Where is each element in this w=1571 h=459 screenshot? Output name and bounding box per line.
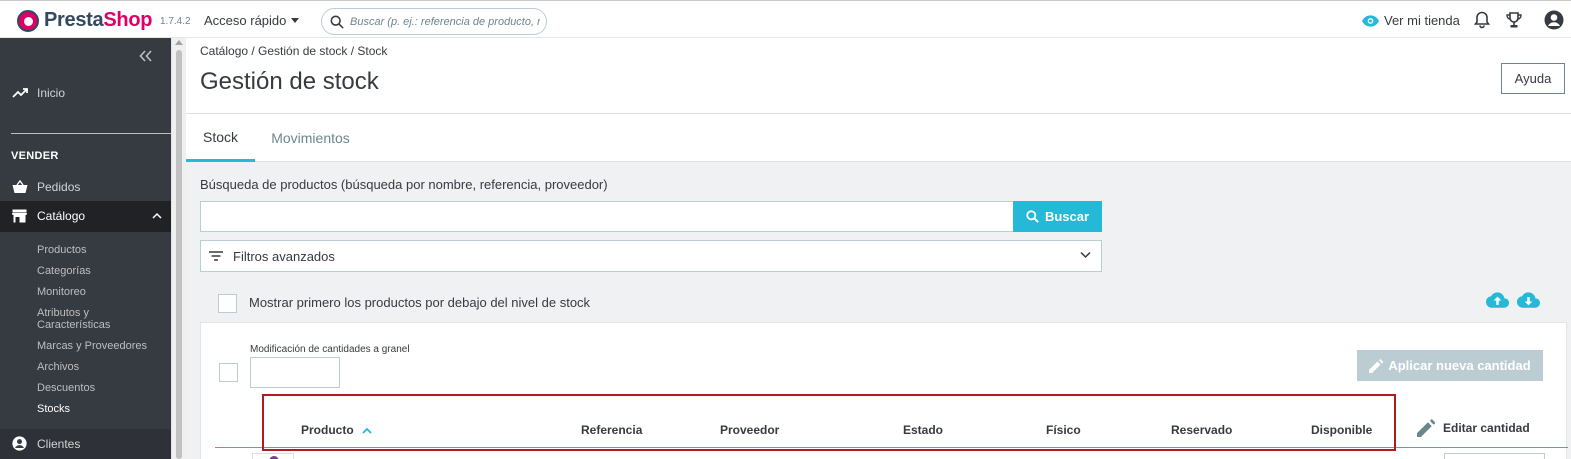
- pencil-icon: [1417, 419, 1435, 437]
- advanced-filters-label: Filtros avanzados: [233, 248, 335, 264]
- column-header-physical[interactable]: Físico: [1046, 423, 1081, 437]
- advanced-filters-dropdown[interactable]: Filtros avanzados: [200, 240, 1102, 272]
- column-header-status[interactable]: Estado: [903, 423, 943, 437]
- version-label: 1.7.4.2: [160, 16, 191, 27]
- basket-icon: [12, 180, 27, 193]
- sidebar-subitem-categories[interactable]: Categorías: [37, 265, 91, 277]
- scrollbar-thumb[interactable]: [176, 50, 182, 459]
- bell-icon[interactable]: [1474, 11, 1490, 29]
- header-search[interactable]: [321, 8, 547, 35]
- view-store-label: Ver mi tienda: [1384, 13, 1460, 28]
- search-button-label: Buscar: [1044, 209, 1090, 224]
- prestashop-logo-icon: [17, 9, 39, 32]
- caret-down-icon: [291, 18, 300, 23]
- cloud-download-icon[interactable]: [1517, 292, 1540, 309]
- scroll-up-arrow-icon[interactable]: [175, 40, 183, 45]
- stock-table-card: Modificación de cantidades a granel Apli…: [200, 322, 1568, 459]
- quick-access-label: Acceso rápido: [204, 13, 287, 28]
- store-icon: [12, 209, 27, 223]
- sidebar-item-label: Clientes: [37, 436, 81, 451]
- sidebar-subitem-discounts[interactable]: Descuentos: [37, 382, 95, 394]
- sidebar-subitem-stocks[interactable]: Stocks: [37, 403, 70, 415]
- sidebar-item-catalog[interactable]: Catálogo: [11, 209, 85, 223]
- quick-access-dropdown[interactable]: Acceso rápido: [204, 13, 300, 28]
- bulk-quantity-input[interactable]: [250, 357, 340, 388]
- page-header: Catálogo / Gestión de stock / Stock Gest…: [186, 38, 1571, 114]
- search-icon: [330, 15, 344, 29]
- apply-new-quantity-button[interactable]: Aplicar nueva cantidad: [1357, 350, 1543, 381]
- trophy-icon[interactable]: [1505, 11, 1523, 29]
- breadcrumb[interactable]: Catálogo / Gestión de stock / Stock: [200, 44, 387, 58]
- user-circle-icon: [12, 436, 27, 451]
- sidebar-subitem-files[interactable]: Archivos: [37, 361, 79, 373]
- header-search-input[interactable]: [350, 15, 540, 28]
- help-button[interactable]: Ayuda: [1501, 63, 1565, 94]
- column-header-product[interactable]: Producto: [301, 423, 372, 437]
- column-header-available[interactable]: Disponible: [1311, 423, 1372, 437]
- tab-movements[interactable]: Movimientos: [255, 114, 366, 162]
- column-header-reserved[interactable]: Reservado: [1171, 423, 1232, 437]
- view-store-link[interactable]: Ver mi tienda: [1362, 13, 1460, 28]
- prestashop-logo[interactable]: PrestaShop: [17, 9, 152, 32]
- search-icon: [1026, 210, 1039, 223]
- filter-list-icon: [209, 251, 223, 261]
- column-header-edit-quantity: Editar cantidad: [1417, 419, 1530, 437]
- product-search-input[interactable]: [200, 201, 1014, 232]
- sidebar-item-orders[interactable]: Pedidos: [11, 180, 80, 194]
- logo-suffix: Shop: [103, 9, 153, 31]
- table-header-divider: [215, 447, 1568, 448]
- trending-up-icon: [11, 88, 28, 98]
- cloud-upload-icon[interactable]: [1486, 292, 1509, 309]
- apply-new-quantity-label: Aplicar nueva cantidad: [1388, 358, 1531, 373]
- bulk-quantity-label: Modificación de cantidades a granel: [250, 344, 410, 355]
- sidebar-collapse-button[interactable]: [139, 49, 153, 66]
- sidebar-subitem-products[interactable]: Productos: [37, 244, 87, 256]
- pencil-icon: [1369, 358, 1384, 373]
- column-header-label: Producto: [301, 423, 354, 437]
- sidebar-item-clients[interactable]: Clientes: [11, 436, 80, 451]
- sidebar-subitem-brands[interactable]: Marcas y Proveedores: [37, 340, 147, 352]
- sidebar-subitem-attributes[interactable]: Atributos y Características: [37, 307, 147, 331]
- user-icon[interactable]: [1544, 10, 1564, 30]
- logo-text: PrestaShop: [44, 9, 152, 32]
- sidebar-item-label: Inicio: [37, 86, 66, 100]
- sidebar-section-sell: VENDER: [11, 150, 59, 162]
- column-header-label: Editar cantidad: [1443, 421, 1530, 435]
- tab-bar: Stock Movimientos: [186, 114, 1571, 162]
- column-header-supplier[interactable]: Proveedor: [720, 423, 779, 437]
- product-search-label: Búsqueda de productos (búsqueda por nomb…: [200, 177, 608, 192]
- sidebar-item-home[interactable]: Inicio: [11, 86, 65, 100]
- tab-stock[interactable]: Stock: [186, 114, 255, 162]
- search-button[interactable]: Buscar: [1013, 201, 1102, 232]
- sidebar: Inicio VENDER Pedidos Catálogo Productos…: [0, 38, 171, 459]
- logo-prefix: Presta: [44, 9, 104, 31]
- low-stock-first-checkbox[interactable]: [218, 294, 237, 313]
- sidebar-item-label: Catálogo: [37, 209, 86, 223]
- sidebar-divider: [11, 133, 171, 134]
- column-header-reference[interactable]: Referencia: [581, 423, 642, 437]
- edit-quantity-input[interactable]: [1444, 453, 1545, 459]
- chevron-down-icon: [1080, 251, 1091, 259]
- page-title: Gestión de stock: [200, 68, 379, 95]
- sort-asc-icon[interactable]: [362, 427, 372, 434]
- product-thumbnail: [252, 453, 294, 459]
- sidebar-subitem-monitoring[interactable]: Monitoreo: [37, 286, 86, 298]
- double-chevron-left-icon: [139, 50, 152, 62]
- low-stock-first-label: Mostrar primero los productos por debajo…: [249, 295, 591, 310]
- bulk-select-all-checkbox[interactable]: [219, 363, 238, 382]
- top-header: PrestaShop 1.7.4.2 Acceso rápido Ver mi …: [0, 0, 1571, 38]
- stock-content: Búsqueda de productos (búsqueda por nomb…: [186, 162, 1571, 459]
- chevron-up-icon: [152, 212, 162, 219]
- eye-icon: [1362, 14, 1379, 27]
- sidebar-scrollbar[interactable]: [171, 38, 186, 459]
- sidebar-item-label: Pedidos: [37, 180, 81, 194]
